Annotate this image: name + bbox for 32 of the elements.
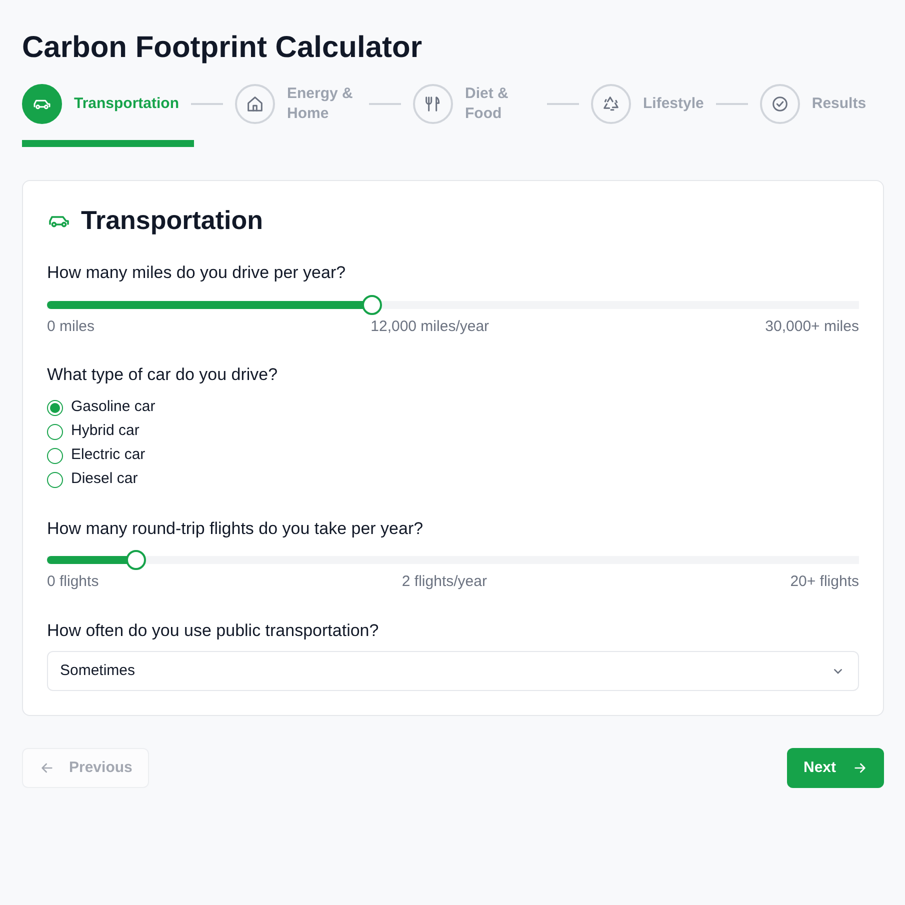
slider-min-label: 0 flights [47, 572, 99, 592]
radio-label: Electric car [71, 445, 146, 466]
question-label: How often do you use public transportation? [47, 620, 380, 642]
step-label: Results [812, 94, 866, 114]
step-label: Diet & Food [465, 84, 510, 124]
radio-button[interactable] [47, 424, 63, 440]
radio-label: Diesel car [71, 469, 138, 490]
slider-max-label: 20+ flights [790, 572, 859, 592]
house-icon [245, 94, 266, 114]
next-button[interactable]: Next [787, 748, 884, 788]
slider-thumb[interactable] [126, 550, 146, 570]
step-label: Transportation [74, 94, 180, 114]
section-title: Transportation [81, 204, 264, 237]
step-label: Lifestyle [643, 94, 704, 114]
select-field[interactable]: Sometimes [47, 651, 859, 691]
radio-label: Gasoline car [71, 397, 156, 418]
page-title: Carbon Footprint Calculator [22, 30, 423, 66]
step-label: Energy & Home [287, 84, 354, 124]
slider-min-label: 0 miles [47, 316, 95, 336]
slider-value: 12,000 miles/year [370, 316, 490, 336]
radio-label: Hybrid car [71, 421, 140, 442]
slider-thumb[interactable] [362, 294, 382, 314]
step-button[interactable] [22, 84, 62, 124]
slider-max-label: 30,000+ miles [765, 316, 859, 336]
question-label: How many miles do you drive per year? [47, 262, 347, 284]
radio-button[interactable] [47, 448, 63, 464]
check-circle-icon [770, 94, 790, 114]
question-label: What type of car do you drive? [47, 364, 279, 386]
radio-button[interactable] [47, 472, 63, 488]
question-label: How many round-trip flights do you take per year? [47, 518, 424, 540]
radio-button[interactable] [47, 400, 63, 416]
slider-value: 2 flights/year [402, 572, 487, 592]
